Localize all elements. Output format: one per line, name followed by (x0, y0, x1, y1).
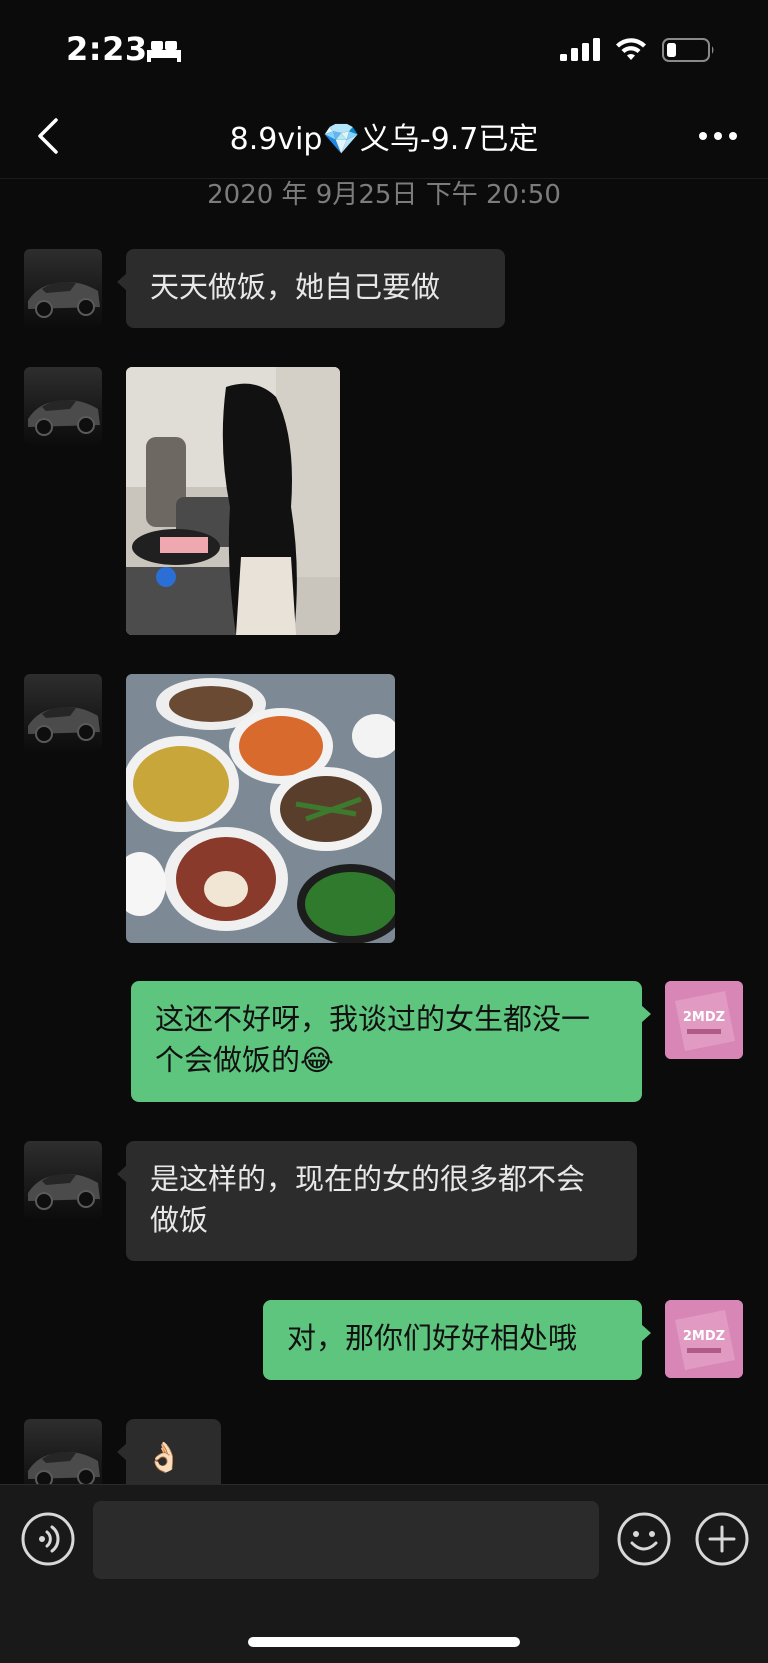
cooking-photo (126, 367, 340, 635)
voice-input-icon[interactable] (20, 1511, 76, 1567)
self-avatar-image: 2MDZ (665, 1300, 743, 1378)
contact-avatar[interactable] (24, 674, 102, 752)
message-timestamp: 2020 年 9月25日 下午 20:50 (207, 180, 561, 210)
emoji-icon[interactable] (616, 1511, 672, 1567)
self-avatar[interactable]: 2MDZ (665, 1300, 743, 1378)
contact-avatar[interactable] (24, 367, 102, 445)
message-bubble-incoming[interactable]: 天天做饭，她自己要做 (117, 249, 505, 328)
cellular-signal-icon (560, 38, 600, 61)
self-avatar[interactable]: 2MDZ (665, 981, 743, 1059)
chat-title: 8.9vip💎义乌-9.7已定 (229, 122, 539, 157)
message-text: 对，那你们好好相处哦 (287, 1321, 578, 1355)
plus-icon[interactable] (694, 1511, 750, 1567)
message-bubble-outgoing[interactable]: 这还不好呀，我谈过的女生都没一个会做饭的😂 (131, 981, 651, 1102)
more-options-icon[interactable] (696, 116, 740, 156)
status-time: 2:23 (66, 30, 148, 68)
message-bubble-outgoing[interactable]: 对，那你们好好相处哦 (263, 1300, 651, 1380)
message-image-dishes[interactable] (126, 674, 395, 943)
svg-text:2MDZ: 2MDZ (683, 1010, 725, 1025)
self-avatar-image: 2MDZ (665, 981, 743, 1059)
message-image-cooking[interactable] (126, 367, 340, 635)
car-avatar-image (28, 706, 100, 743)
home-indicator (248, 1637, 520, 1647)
message-text: 是这样的，现在的女的很多都不会做饭 (150, 1162, 586, 1237)
message-text: 天天做饭，她自己要做 (150, 270, 441, 304)
status-bar: 2:23 (0, 0, 768, 96)
sleep-mode-icon (147, 41, 181, 62)
svg-text:2MDZ: 2MDZ (683, 1329, 725, 1344)
message-bubble-incoming[interactable]: 是这样的，现在的女的很多都不会做饭 (117, 1141, 637, 1261)
contact-avatar[interactable] (24, 1141, 102, 1219)
contact-avatar[interactable] (24, 249, 102, 327)
dishes-photo (126, 674, 395, 943)
battery-icon (662, 38, 714, 62)
back-arrow-icon[interactable] (28, 114, 72, 158)
car-avatar-image (28, 1173, 100, 1210)
message-text: 👌🏻 (146, 1440, 183, 1474)
car-avatar-image (28, 399, 100, 436)
message-input[interactable] (93, 1501, 599, 1579)
chat-header: 8.9vip💎义乌-9.7已定 (0, 96, 768, 179)
message-input-bar (0, 1484, 768, 1663)
wifi-icon (616, 38, 646, 60)
car-avatar-image (28, 281, 100, 318)
message-text: 这还不好呀，我谈过的女生都没一个会做饭的😂 (155, 1002, 591, 1077)
